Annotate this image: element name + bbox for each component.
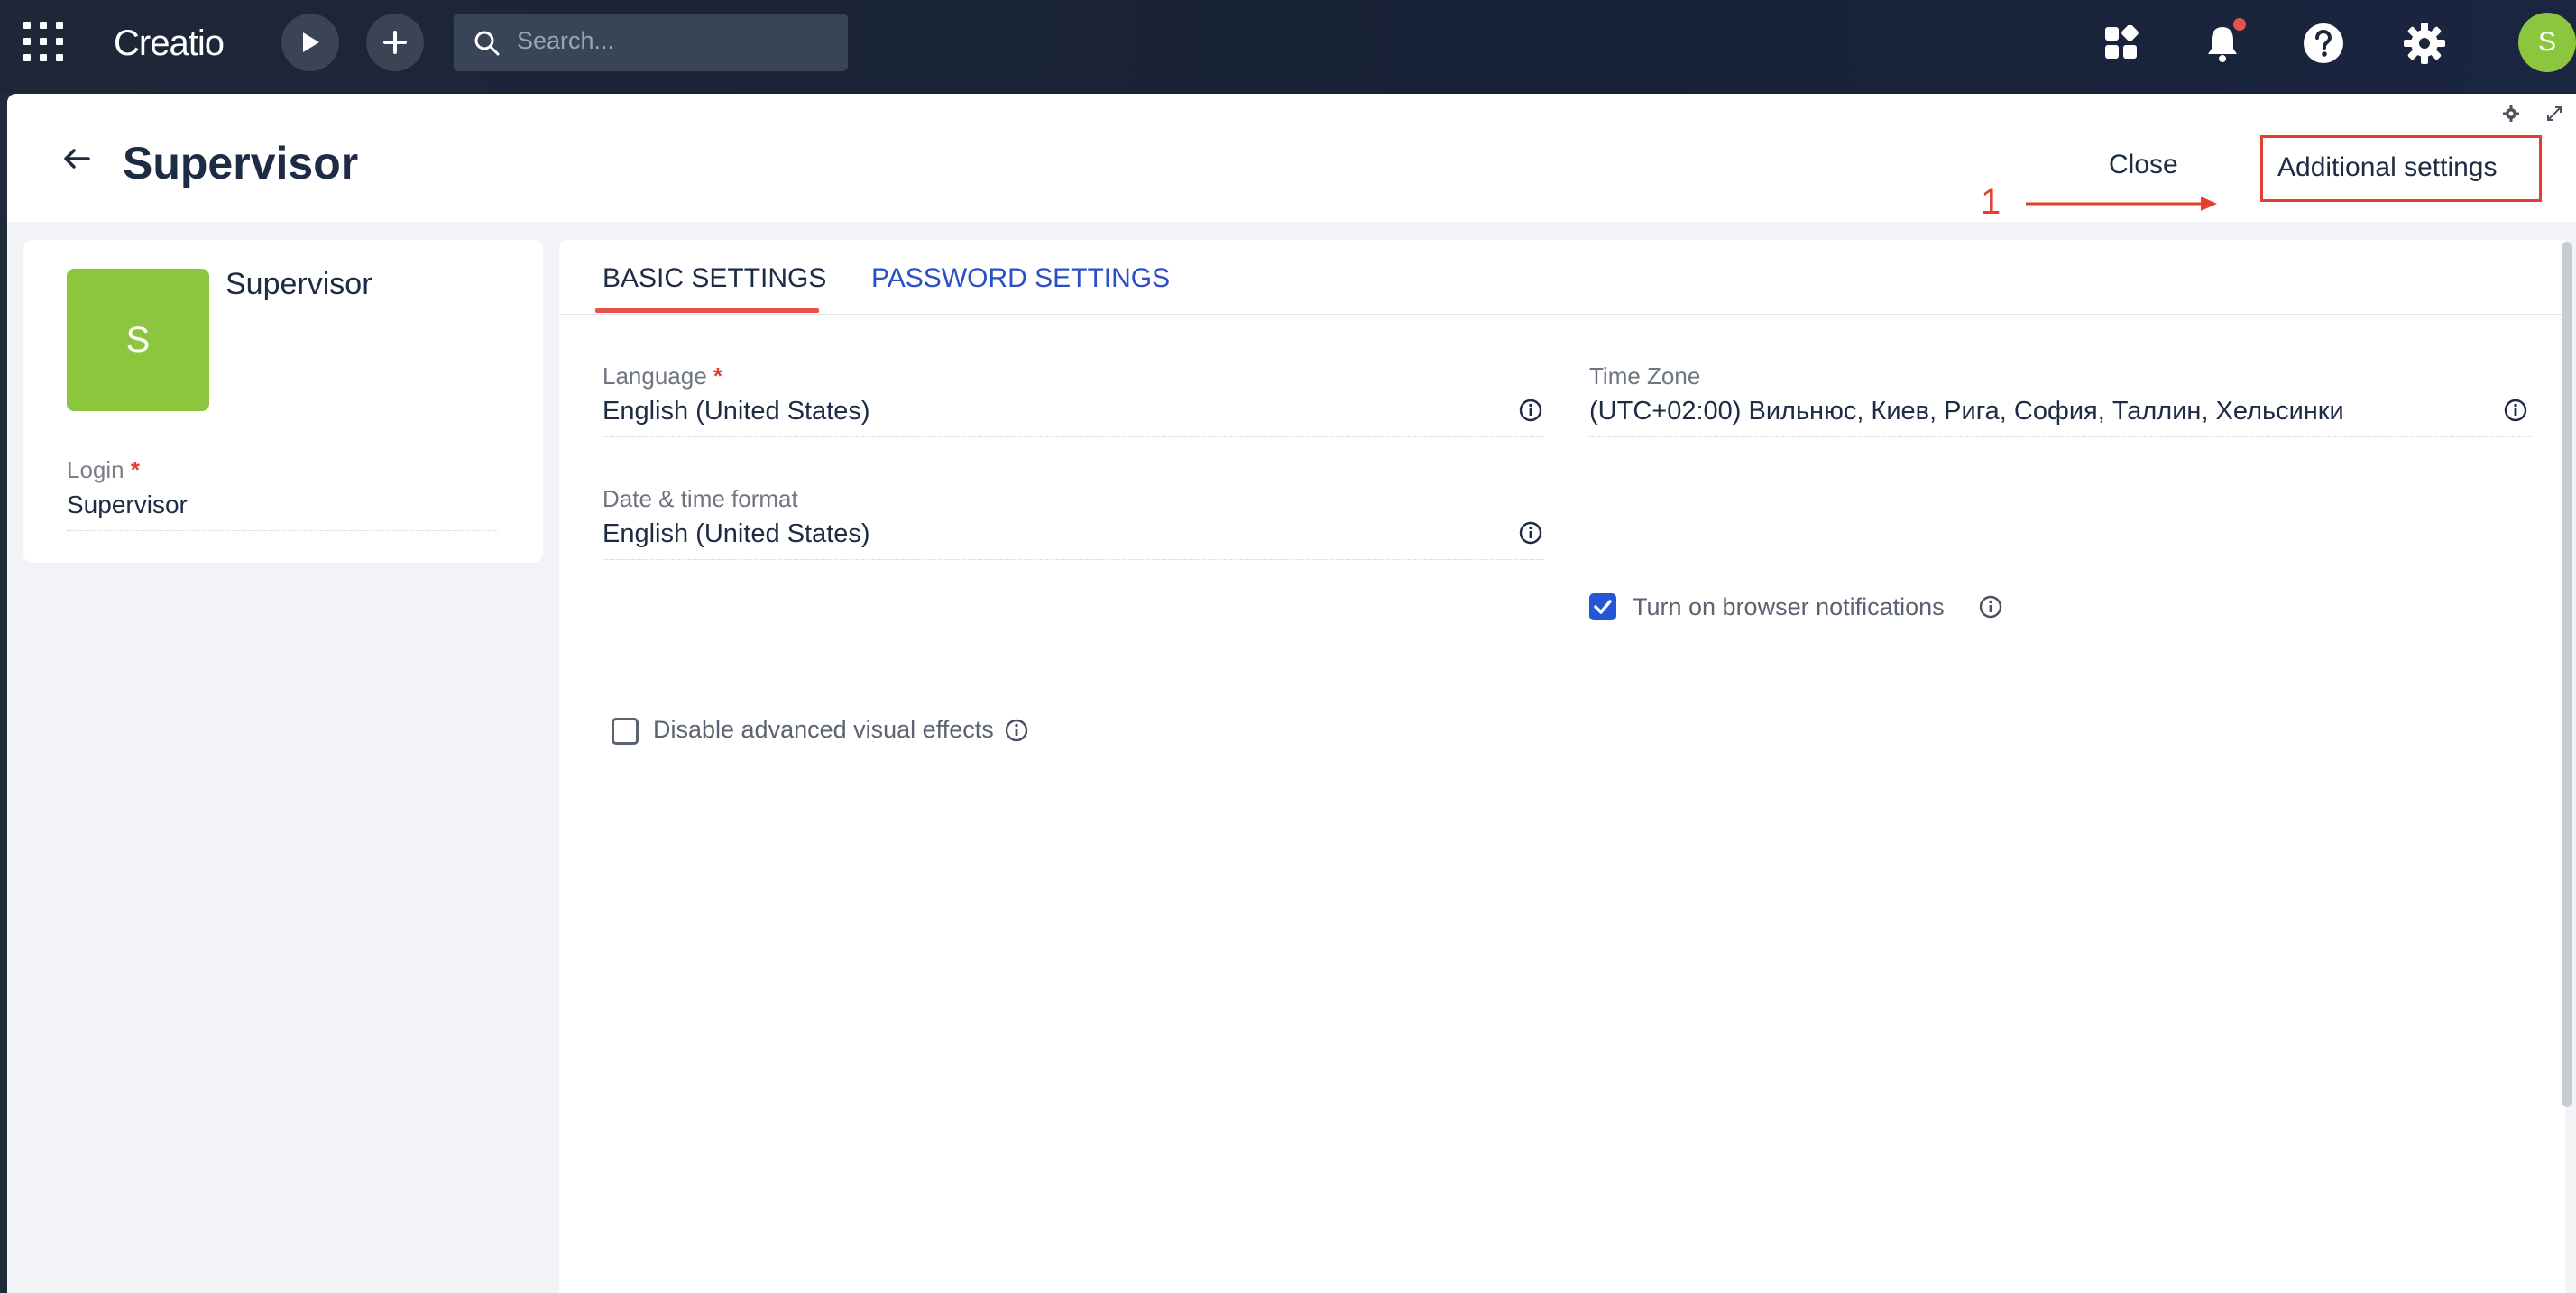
creatio-logo[interactable]: Creatio <box>114 23 225 64</box>
page-settings-icon[interactable] <box>2502 105 2520 123</box>
page-title: Supervisor <box>123 138 359 188</box>
language-info-icon[interactable] <box>1519 399 1542 422</box>
additional-settings-label: Additional settings <box>2277 152 2498 182</box>
page-scrollbar[interactable] <box>2562 242 2572 1107</box>
language-field[interactable]: English (United States) <box>603 397 870 426</box>
checkmark-icon <box>1594 600 1612 614</box>
language-label: Language * <box>603 362 723 390</box>
settings-tabs: BASIC SETTINGS PASSWORD SETTINGS <box>559 240 2565 315</box>
help-icon[interactable] <box>2298 18 2349 69</box>
app-grid-icon[interactable] <box>23 22 63 63</box>
gear-icon[interactable] <box>2399 18 2450 69</box>
login-field-underline <box>67 530 498 531</box>
timezone-info-icon[interactable] <box>2504 399 2527 422</box>
play-icon <box>303 32 319 52</box>
user-avatar[interactable]: S <box>2518 13 2576 72</box>
active-tab-indicator <box>595 308 819 313</box>
login-label: Login * <box>67 456 140 483</box>
disable-visual-effects-checkbox[interactable] <box>612 718 639 745</box>
page-container: Supervisor Close Additional settings 1 S… <box>7 94 2576 1293</box>
notifications-bell-icon[interactable] <box>2197 18 2248 69</box>
annotation-number: 1 <box>1981 182 2001 222</box>
browser-notifications-label: Turn on browser notifications <box>1633 593 1945 620</box>
datetime-format-field[interactable]: English (United States) <box>603 519 870 549</box>
datetime-format-label: Date & time format <box>603 485 798 512</box>
tab-password-settings[interactable]: PASSWORD SETTINGS <box>871 263 1170 294</box>
run-process-button[interactable] <box>281 14 339 71</box>
browser-notifications-checkbox[interactable] <box>1589 593 1616 620</box>
settings-panel: BASIC SETTINGS PASSWORD SETTINGS Languag… <box>559 240 2565 1293</box>
disable-visual-effects-info-icon[interactable] <box>1005 719 1028 742</box>
profile-name: Supervisor <box>225 267 373 301</box>
additional-settings-button[interactable]: Additional settings <box>2260 135 2542 202</box>
language-underline <box>603 436 1544 437</box>
annotation-arrow-icon <box>2026 197 2217 211</box>
search-placeholder: Search... <box>517 27 615 54</box>
timezone-label: Time Zone <box>1589 362 1701 390</box>
close-button[interactable]: Close <box>2109 150 2178 180</box>
back-arrow-icon[interactable] <box>61 146 92 171</box>
search-input[interactable]: Search... <box>454 14 848 71</box>
disable-visual-effects-label: Disable advanced visual effects <box>653 716 994 743</box>
top-bar: Creatio Search... S <box>0 0 2576 94</box>
search-icon <box>474 31 500 56</box>
datetime-info-icon[interactable] <box>1519 521 1542 545</box>
profile-avatar[interactable]: S <box>67 269 209 411</box>
timezone-field[interactable]: (UTC+02:00) Вильнюс, Киев, Рига, София, … <box>1589 397 2344 426</box>
browser-notifications-info-icon[interactable] <box>1979 595 2002 619</box>
datetime-underline <box>603 559 1544 560</box>
apps-widget-icon[interactable] <box>2096 18 2147 69</box>
tab-basic-settings[interactable]: BASIC SETTINGS <box>603 263 826 294</box>
page-header: Supervisor Close Additional settings 1 <box>7 94 2576 222</box>
timezone-underline <box>1589 436 2531 437</box>
notification-badge <box>2233 18 2246 31</box>
profile-card: S Supervisor Login * Supervisor <box>23 240 543 563</box>
plus-icon <box>383 31 407 54</box>
login-field[interactable]: Supervisor <box>67 491 188 519</box>
add-button[interactable] <box>366 14 424 71</box>
expand-icon[interactable] <box>2545 105 2563 123</box>
